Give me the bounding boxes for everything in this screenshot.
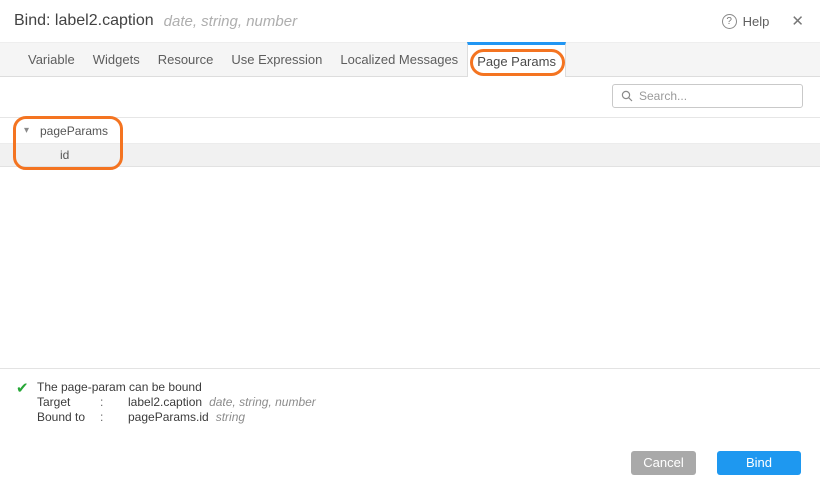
tab-use-expression[interactable]: Use Expression (222, 43, 331, 76)
dialog-header: Bind: label2.caption date, string, numbe… (0, 0, 820, 42)
tab-localized-messages[interactable]: Localized Messages (331, 43, 467, 76)
status-row-target: Target : label2.caption date, string, nu… (37, 395, 820, 410)
status-row-label: Bound to (37, 410, 100, 425)
tab-page-params[interactable]: Page Params (467, 42, 566, 77)
status-row-type: date, string, number (209, 395, 316, 410)
status-message: The page-param can be bound (37, 380, 820, 395)
tree-node-label: id (60, 148, 69, 162)
help-button[interactable]: ? Help (722, 14, 770, 29)
tree-node-id[interactable]: id (0, 143, 820, 167)
tree-node-pageparams[interactable]: ▾ pageParams (0, 118, 820, 143)
bind-button[interactable]: Bind (717, 451, 801, 475)
params-tree: ▾ pageParams id (0, 117, 820, 167)
tree-node-label: pageParams (40, 124, 108, 138)
tab-page-params-label: Page Params (477, 54, 556, 69)
search-box (612, 84, 803, 108)
tab-widgets[interactable]: Widgets (84, 43, 149, 76)
search-icon (621, 90, 633, 102)
tab-bar: Variable Widgets Resource Use Expression… (0, 42, 820, 77)
search-input[interactable] (639, 89, 794, 103)
dialog-title: Bind: label2.caption (14, 12, 154, 30)
tab-variable[interactable]: Variable (19, 43, 84, 76)
status-row-colon: : (100, 410, 128, 425)
dialog-subtitle-types: date, string, number (164, 13, 297, 30)
chevron-down-icon[interactable]: ▾ (24, 125, 34, 136)
cancel-button[interactable]: Cancel (631, 451, 696, 475)
status-row-value: pageParams.id (128, 410, 209, 425)
status-row-bound-to: Bound to : pageParams.id string (37, 410, 820, 425)
dialog-footer: Cancel Bind (0, 437, 820, 488)
check-icon: ✔ (16, 379, 29, 397)
status-row-value: label2.caption (128, 395, 202, 410)
status-row-type: string (216, 410, 245, 425)
status-row-label: Target (37, 395, 100, 410)
tab-resource[interactable]: Resource (149, 43, 223, 76)
binding-status-panel: ✔ The page-param can be bound Target : l… (0, 368, 820, 438)
status-row-colon: : (100, 395, 128, 410)
question-circle-icon: ? (722, 14, 737, 29)
close-icon[interactable]: ✕ (791, 14, 804, 29)
help-label: Help (743, 14, 770, 29)
